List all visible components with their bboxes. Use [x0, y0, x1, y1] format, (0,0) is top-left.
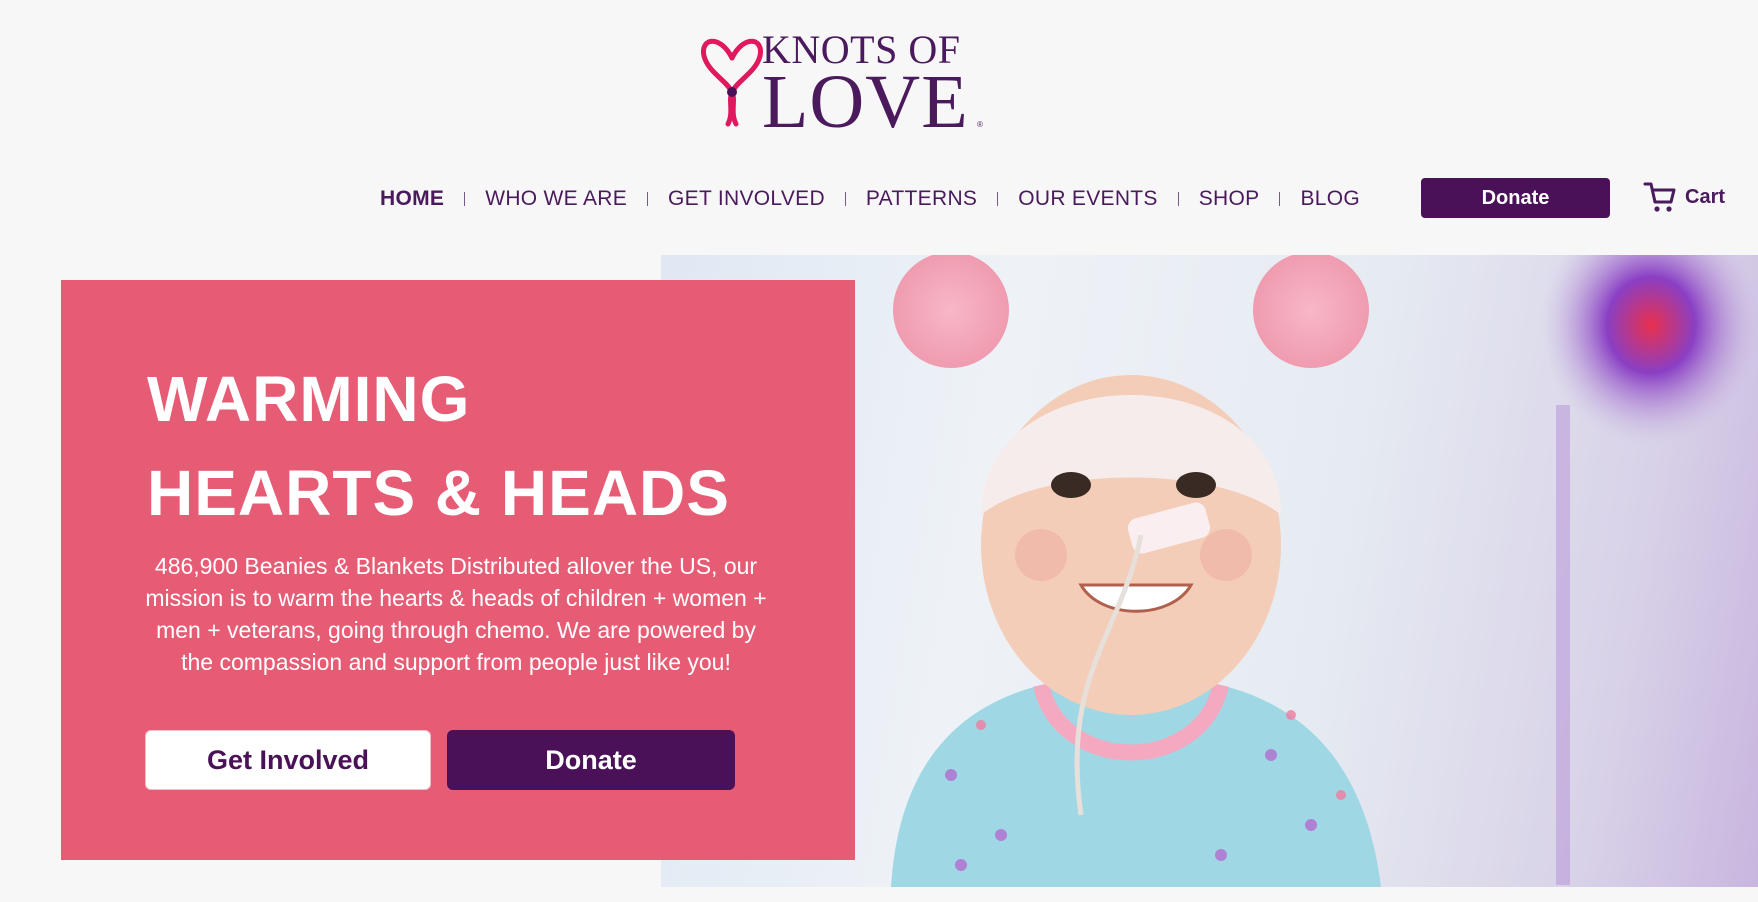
hero-donate-button[interactable]: Donate: [447, 730, 735, 790]
shopping-cart-icon: [1643, 182, 1676, 212]
hero-title-line2: HEARTS & HEADS: [147, 457, 730, 529]
hero-title-line1: WARMING: [147, 363, 471, 435]
hero-card: WARMING HEARTS & HEADS 486,900 Beanies &…: [61, 280, 855, 860]
logo-text-bottom: LOVE: [762, 60, 969, 144]
site-logo[interactable]: KNOTS OF LOVE ®: [700, 24, 990, 140]
nav-divider: [647, 192, 649, 206]
cart-label: Cart: [1685, 185, 1726, 208]
nav-item-blog[interactable]: BLOG: [1300, 187, 1360, 211]
hero-title: WARMING HEARTS & HEADS: [147, 352, 730, 540]
nav-item-shop[interactable]: SHOP: [1199, 187, 1260, 211]
registered-mark: ®: [977, 120, 983, 129]
nav-item-who-we-are[interactable]: WHO WE ARE: [485, 187, 627, 211]
nav-divider: [1177, 192, 1179, 206]
main-nav: HOME WHO WE ARE GET INVOLVED PATTERNS OU…: [380, 184, 1360, 214]
get-involved-button[interactable]: Get Involved: [145, 730, 431, 790]
nav-item-home[interactable]: HOME: [380, 187, 444, 211]
header-donate-button[interactable]: Donate: [1421, 178, 1610, 218]
nav-item-get-involved[interactable]: GET INVOLVED: [668, 187, 825, 211]
cart-link[interactable]: Cart: [1643, 180, 1725, 214]
nav-divider: [997, 192, 999, 206]
nav-divider: [464, 192, 466, 206]
heart-ribbon-icon: [701, 38, 763, 127]
nav-divider: [844, 192, 846, 206]
hero-description: 486,900 Beanies & Blankets Distributed a…: [145, 553, 767, 675]
nav-divider: [1279, 192, 1281, 206]
nav-item-patterns[interactable]: PATTERNS: [866, 187, 977, 211]
nav-item-our-events[interactable]: OUR EVENTS: [1018, 187, 1158, 211]
